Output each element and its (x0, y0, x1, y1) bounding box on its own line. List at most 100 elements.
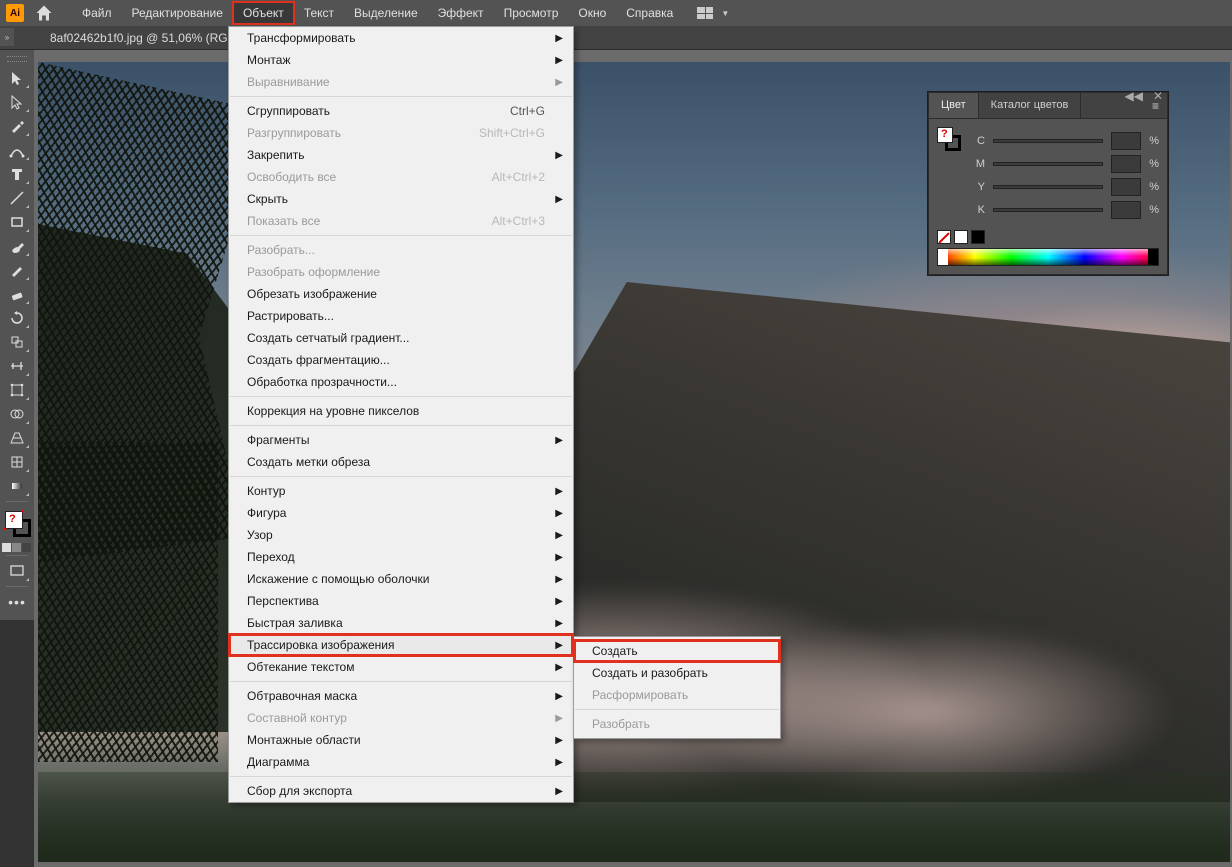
edit-toolbar[interactable]: ••• (3, 590, 31, 614)
menu-item-растрировать-[interactable]: Растрировать... (229, 305, 573, 327)
menu-item-создать-сетчатый-градиент-[interactable]: Создать сетчатый градиент... (229, 327, 573, 349)
menu-item-искажение-с-помощью-оболочки[interactable]: Искажение с помощью оболочки▶ (229, 568, 573, 590)
tool-pencil[interactable] (3, 258, 31, 282)
menu-item-обрезать-изображение[interactable]: Обрезать изображение (229, 283, 573, 305)
submenu-arrow-icon: ▶ (555, 618, 563, 629)
tool-scale[interactable] (3, 330, 31, 354)
menu-item-монтаж[interactable]: Монтаж▶ (229, 49, 573, 71)
tool-direct-selection[interactable] (3, 90, 31, 114)
menu-item-закрепить[interactable]: Закрепить▶ (229, 144, 573, 166)
home-icon[interactable] (34, 3, 54, 23)
menu-item-сгруппировать[interactable]: СгруппироватьCtrl+G (229, 100, 573, 122)
tool-eraser[interactable] (3, 282, 31, 306)
slider-value[interactable] (1111, 155, 1141, 173)
menu-просмотр[interactable]: Просмотр (494, 2, 569, 24)
menu-item-узор[interactable]: Узор▶ (229, 524, 573, 546)
menu-item-фигура[interactable]: Фигура▶ (229, 502, 573, 524)
slider-track[interactable] (993, 139, 1103, 143)
document-tab[interactable]: 8af02462b1f0.jpg @ 51,06% (RGB/ (38, 28, 251, 48)
white-swatch[interactable] (954, 230, 968, 244)
menu-item-обработка-прозрачности-[interactable]: Обработка прозрачности... (229, 371, 573, 393)
color-spectrum[interactable] (937, 248, 1159, 266)
color-guide-tab[interactable]: Каталог цветов (979, 93, 1082, 118)
tool-perspective[interactable] (3, 426, 31, 450)
slider-unit: % (1149, 204, 1159, 216)
menu-справка[interactable]: Справка (616, 2, 683, 24)
slider-track[interactable] (993, 162, 1103, 166)
tool-curvature[interactable] (3, 138, 31, 162)
slider-label: C (973, 135, 985, 147)
tool-gradient[interactable] (3, 474, 31, 498)
tool-free-transform[interactable] (3, 378, 31, 402)
menu-item-диаграмма[interactable]: Диаграмма▶ (229, 751, 573, 773)
slider-unit: % (1149, 158, 1159, 170)
slider-k[interactable]: K% (973, 201, 1159, 219)
object-menu-dropdown: Трансформировать▶Монтаж▶Выравнивание▶Сгр… (228, 26, 574, 803)
draw-mode-icons[interactable] (2, 543, 32, 552)
slider-value[interactable] (1111, 201, 1141, 219)
menu-item-переход[interactable]: Переход▶ (229, 546, 573, 568)
slider-label: K (973, 204, 985, 216)
tool-line[interactable] (3, 186, 31, 210)
tool-rotate[interactable] (3, 306, 31, 330)
tool-brush[interactable] (3, 234, 31, 258)
menu-item-трассировка-изображения[interactable]: Трассировка изображения▶ (229, 634, 573, 656)
menu-item-составной-контур: Составной контур▶ (229, 707, 573, 729)
submenu-arrow-icon: ▶ (555, 662, 563, 673)
black-swatch[interactable] (971, 230, 985, 244)
submenu-arrow-icon: ▶ (555, 150, 563, 161)
menu-окно[interactable]: Окно (568, 2, 616, 24)
menu-выделение[interactable]: Выделение (344, 2, 428, 24)
tool-pen[interactable] (3, 114, 31, 138)
menu-item-перспектива[interactable]: Перспектива▶ (229, 590, 573, 612)
slider-track[interactable] (993, 208, 1103, 212)
none-swatch[interactable] (937, 230, 951, 244)
menu-item-скрыть[interactable]: Скрыть▶ (229, 188, 573, 210)
submenu-arrow-icon: ▶ (555, 640, 563, 651)
slider-value[interactable] (1111, 132, 1141, 150)
tool-type[interactable] (3, 162, 31, 186)
menu-item-трансформировать[interactable]: Трансформировать▶ (229, 27, 573, 49)
tool-mesh[interactable] (3, 450, 31, 474)
menu-item-фрагменты[interactable]: Фрагменты▶ (229, 429, 573, 451)
menu-item-освободить-все: Освободить всеAlt+Ctrl+2 (229, 166, 573, 188)
menu-объект[interactable]: Объект (233, 2, 294, 24)
app-icon[interactable]: Ai (6, 4, 24, 22)
menu-item-монтажные-области[interactable]: Монтажные области▶ (229, 729, 573, 751)
expand-panels-handle[interactable]: » (0, 28, 14, 46)
menu-item-быстрая-заливка[interactable]: Быстрая заливка▶ (229, 612, 573, 634)
menu-item-коррекция-на-уровне-пикселов[interactable]: Коррекция на уровне пикселов (229, 400, 573, 422)
color-tab[interactable]: Цвет (929, 93, 979, 118)
slider-c[interactable]: C% (973, 132, 1159, 150)
menu-редактирование[interactable]: Редактирование (122, 2, 233, 24)
menu-эффект[interactable]: Эффект (428, 2, 494, 24)
panel-close-icon[interactable]: ✕ (1153, 89, 1163, 103)
screen-mode[interactable] (3, 559, 31, 583)
slider-value[interactable] (1111, 178, 1141, 196)
menu-item-обтравочная-маска[interactable]: Обтравочная маска▶ (229, 685, 573, 707)
submenu-item-создать[interactable]: Создать (574, 640, 780, 662)
workspace-switcher[interactable]: ▼ (697, 7, 729, 19)
color-panel[interactable]: ◀◀✕ Цвет Каталог цветов ≡ C%M%Y%K% (928, 92, 1168, 275)
menu-item-создать-фрагментацию-[interactable]: Создать фрагментацию... (229, 349, 573, 371)
menu-item-обтекание-текстом[interactable]: Обтекание текстом▶ (229, 656, 573, 678)
slider-track[interactable] (993, 185, 1103, 189)
tool-rectangle[interactable] (3, 210, 31, 234)
submenu-item-создать-и-разобрать[interactable]: Создать и разобрать (574, 662, 780, 684)
menu-item-создать-метки-обреза[interactable]: Создать метки обреза (229, 451, 573, 473)
tool-shape-builder[interactable] (3, 402, 31, 426)
slider-m[interactable]: M% (973, 155, 1159, 173)
fill-stroke-swatch[interactable] (937, 127, 961, 151)
menu-текст[interactable]: Текст (294, 2, 344, 24)
tool-width[interactable] (3, 354, 31, 378)
panel-collapse-icon[interactable]: ◀◀ (1124, 89, 1142, 103)
fill-stroke-indicator[interactable]: ? (3, 509, 31, 537)
menu-файл[interactable]: Файл (72, 2, 122, 24)
menu-item-сбор-для-экспорта[interactable]: Сбор для экспорта▶ (229, 780, 573, 802)
submenu-item-расформировать: Расформировать (574, 684, 780, 706)
menu-item-показать-все: Показать всеAlt+Ctrl+3 (229, 210, 573, 232)
menu-item-контур[interactable]: Контур▶ (229, 480, 573, 502)
slider-unit: % (1149, 135, 1159, 147)
tool-selection[interactable] (3, 66, 31, 90)
slider-y[interactable]: Y% (973, 178, 1159, 196)
